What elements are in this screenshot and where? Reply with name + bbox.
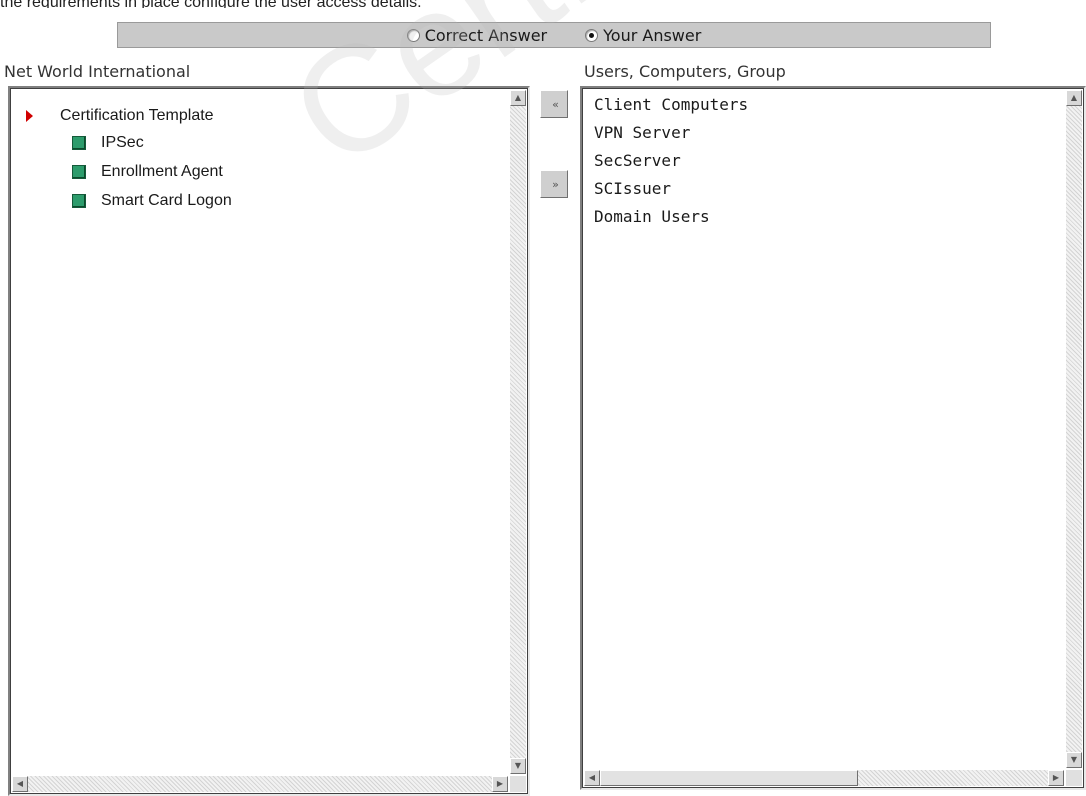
your-answer-radio[interactable]: Your Answer <box>585 26 701 45</box>
scroll-right-icon[interactable]: ▶ <box>1048 770 1064 786</box>
correct-answer-radio[interactable]: Correct Answer <box>406 25 548 45</box>
tree-item-smart-card-logon[interactable]: Smart Card Logon <box>22 186 232 215</box>
tree-root-label: Certification Template <box>60 107 214 124</box>
tree-item-label: IPSec <box>101 133 144 151</box>
tree-item-enrollment-agent[interactable]: Enrollment Agent <box>22 157 232 186</box>
scrollbar-corner <box>1066 770 1082 786</box>
tree-item-ipsec[interactable]: IPSec <box>22 128 232 157</box>
answer-toggle-bar: Correct Answer Your Answer <box>117 22 991 48</box>
left-pane-title: Net World International <box>4 62 191 81</box>
list-item[interactable]: SecServer <box>594 147 748 175</box>
radio-checked-icon <box>585 28 599 42</box>
scroll-thumb[interactable] <box>600 770 858 786</box>
scroll-up-icon[interactable]: ▲ <box>1066 90 1082 106</box>
scroll-left-icon[interactable]: ◀ <box>12 776 28 792</box>
tree-item-label: Smart Card Logon <box>101 191 232 209</box>
clipped-instruction-text: the requirements in place configure the … <box>0 0 1086 8</box>
move-left-button[interactable]: « <box>540 90 568 118</box>
list-item[interactable]: Domain Users <box>594 203 748 231</box>
scroll-down-icon[interactable]: ▼ <box>1066 752 1082 768</box>
scroll-right-icon[interactable]: ▶ <box>492 776 508 792</box>
your-answer-label: Your Answer <box>603 25 702 45</box>
correct-answer-label: Correct Answer <box>424 25 548 45</box>
principal-list: Client Computers VPN Server SecServer SC… <box>594 91 748 231</box>
radio-unchecked-icon <box>406 28 420 42</box>
list-item[interactable]: SCIssuer <box>594 175 748 203</box>
green-square-icon <box>72 135 86 150</box>
tree-view: Certification Template IPSec Enrollment … <box>22 104 232 215</box>
green-square-icon <box>72 164 86 179</box>
tree-root-node[interactable]: Certification Template <box>22 104 232 128</box>
left-horizontal-scrollbar[interactable]: ◀ ▶ <box>12 776 508 792</box>
list-item[interactable]: Client Computers <box>594 91 748 119</box>
right-pane-title: Users, Computers, Group <box>584 62 786 81</box>
move-right-button[interactable]: » <box>540 170 568 198</box>
certificate-template-tree[interactable]: Certification Template IPSec Enrollment … <box>8 86 530 796</box>
scrollbar-corner <box>510 776 526 792</box>
red-arrow-icon <box>26 110 33 122</box>
right-vertical-scrollbar[interactable]: ▲ ▼ <box>1066 90 1082 768</box>
tree-item-label: Enrollment Agent <box>101 162 223 180</box>
users-computers-list[interactable]: Client Computers VPN Server SecServer SC… <box>580 86 1086 790</box>
right-horizontal-scrollbar[interactable]: ◀ ▶ <box>584 770 1064 786</box>
scroll-left-icon[interactable]: ◀ <box>584 770 600 786</box>
scroll-down-icon[interactable]: ▼ <box>510 758 526 774</box>
left-vertical-scrollbar[interactable]: ▲ ▼ <box>510 90 526 774</box>
scroll-up-icon[interactable]: ▲ <box>510 90 526 106</box>
list-item[interactable]: VPN Server <box>594 119 748 147</box>
green-square-icon <box>72 193 86 208</box>
